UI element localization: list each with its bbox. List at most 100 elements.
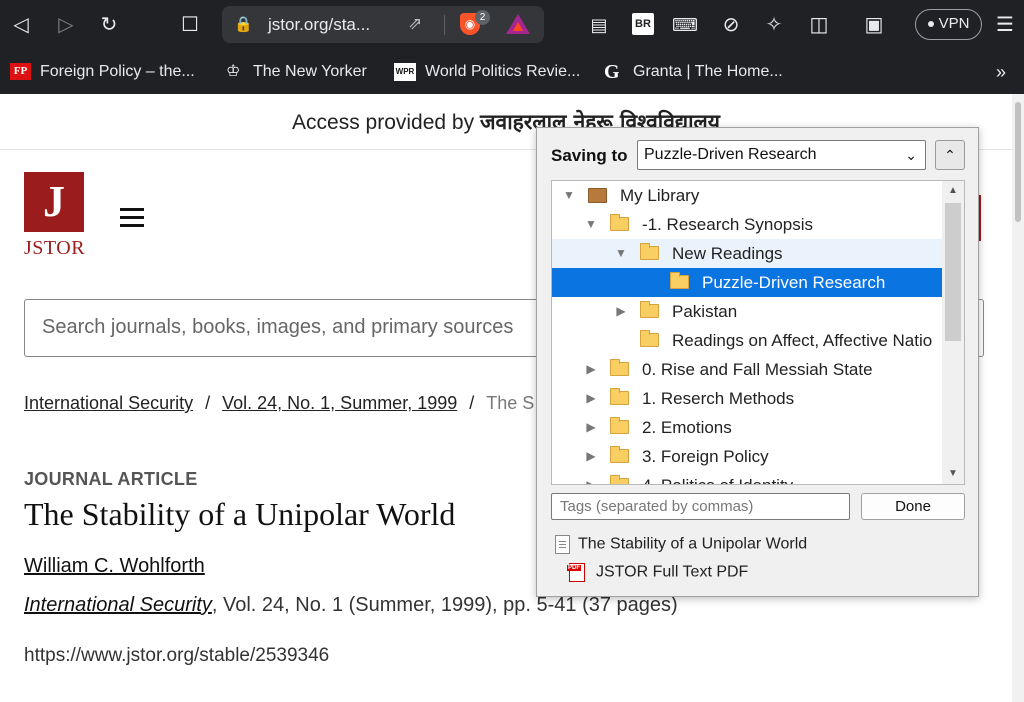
tree-item-rise-and-fall[interactable]: ▶ 0. Rise and Fall Messiah State <box>552 355 942 384</box>
folder-icon <box>640 330 659 347</box>
article-journal-link[interactable]: International Security <box>24 594 212 616</box>
bookmark-world-politics-review[interactable]: WPR World Politics Revie... <box>394 60 580 84</box>
tree-item-foreign-policy[interactable]: ▶ 3. Foreign Policy <box>552 442 942 471</box>
article-title: The Stability of a Unipolar World <box>24 496 456 532</box>
expanded-triangle-icon[interactable]: ▼ <box>584 210 598 239</box>
collapsed-triangle-icon[interactable]: ▶ <box>614 297 628 326</box>
collapsed-triangle-icon[interactable]: ▶ <box>584 442 598 471</box>
expanded-triangle-icon[interactable]: ▼ <box>614 239 628 268</box>
tree-item-label: My Library <box>620 186 700 205</box>
tree-item-label: Pakistan <box>672 302 738 321</box>
bookmark-label: Foreign Policy – the... <box>40 63 195 80</box>
reader-mode-icon[interactable]: ▤ <box>586 12 612 38</box>
tree-item-emotions[interactable]: ▶ 2. Emotions <box>552 413 942 442</box>
saved-item-label: JSTOR Full Text PDF <box>596 563 749 581</box>
extensions-puzzle-icon[interactable]: ✧ <box>761 12 787 38</box>
jstor-logo-word: JSTOR <box>24 237 86 259</box>
address-bar[interactable]: 🔒 jstor.org/sta... ⇗ ◉ 2 <box>222 6 544 43</box>
tree-item-label: 2. Emotions <box>642 418 732 437</box>
wallet-icon[interactable]: ▣ <box>861 12 887 38</box>
folder-icon <box>610 475 629 484</box>
zotero-save-popup: Saving to Puzzle-Driven Research ⌄ ⌃ ▼ M… <box>536 127 979 597</box>
bookmark-foreign-policy[interactable]: FP Foreign Policy – the... <box>10 60 195 84</box>
page-scrollbar-thumb[interactable] <box>1015 102 1021 222</box>
url-divider <box>444 15 445 35</box>
tree-item-label: 0. Rise and Fall Messiah State <box>642 360 873 379</box>
vpn-button[interactable]: VPN <box>915 9 982 40</box>
breadcrumb-separator: / <box>469 393 475 413</box>
bookmarks-overflow-icon[interactable]: » <box>996 60 1006 84</box>
brave-rewards-icon[interactable] <box>506 14 530 34</box>
brave-shields-count: 2 <box>475 10 490 25</box>
url-text[interactable]: jstor.org/sta... <box>268 15 370 35</box>
chevron-down-icon: ⌄ <box>905 147 917 163</box>
scroll-up-arrow-icon[interactable]: ▲ <box>942 181 964 201</box>
browser-toolbar: ◁ ▷ ↻ ☐ 🔒 jstor.org/sta... ⇗ ◉ 2 ▤ BR ⌨ … <box>0 0 1024 50</box>
chevron-up-icon: ⌃ <box>944 147 956 163</box>
article-stable-url: https://www.jstor.org/stable/2539346 <box>24 645 330 666</box>
foreign-policy-icon: FP <box>10 63 31 81</box>
article-citation-details: , Vol. 24, No. 1 (Summer, 1999), pp. 5-4… <box>211 594 678 616</box>
page-scrollbar[interactable] <box>1012 94 1024 702</box>
tree-item-politics-of-identity[interactable]: ▶ 4. Politics of Identity <box>552 471 942 484</box>
tree-item-research-methods[interactable]: ▶ 1. Reserch Methods <box>552 384 942 413</box>
tree-item-puzzle-driven-research[interactable]: Puzzle-Driven Research <box>552 268 942 297</box>
tree-item-research-synopsis[interactable]: ▼ -1. Research Synopsis <box>552 210 942 239</box>
sidebar-icon[interactable]: ◫ <box>806 12 832 38</box>
lock-icon: 🔒 <box>234 16 253 33</box>
article-type: JOURNAL ARTICLE <box>24 469 198 489</box>
tree-item-new-readings[interactable]: ▼ New Readings <box>552 239 942 268</box>
granta-icon: G <box>604 60 620 83</box>
library-icon <box>588 188 607 203</box>
folder-icon <box>640 301 659 318</box>
collapsed-triangle-icon[interactable]: ▶ <box>584 413 598 442</box>
share-icon[interactable]: ⇗ <box>408 14 422 34</box>
vpn-status-dot <box>927 21 934 28</box>
back-icon[interactable]: ◁ <box>8 12 34 38</box>
expanded-triangle-icon[interactable]: ▼ <box>562 181 576 210</box>
bookmark-icon[interactable]: ☐ <box>177 12 203 38</box>
done-button[interactable]: Done <box>861 493 965 520</box>
bookmark-granta[interactable]: G Granta | The Home... <box>604 60 783 84</box>
collection-tree: ▼ My Library ▼ -1. Research Synopsis ▼ N… <box>551 180 965 485</box>
folder-icon <box>640 243 659 260</box>
jstor-logo[interactable]: J JSTOR <box>24 172 86 262</box>
tree-scrollbar-thumb[interactable] <box>945 203 961 341</box>
collapsed-triangle-icon[interactable]: ▶ <box>584 471 598 484</box>
tree-item-label: 3. Foreign Policy <box>642 447 769 466</box>
breadcrumb-journal-link[interactable]: International Security <box>24 393 193 413</box>
collapsed-triangle-icon[interactable]: ▶ <box>584 384 598 413</box>
breadcrumb-issue-link[interactable]: Vol. 24, No. 1, Summer, 1999 <box>222 393 457 413</box>
collapse-tree-button[interactable]: ⌃ <box>935 140 965 170</box>
jstor-logo-mark-icon: J <box>24 172 84 232</box>
search-placeholder: Search journals, books, images, and prim… <box>42 316 514 338</box>
access-prefix: Access provided by <box>292 111 475 134</box>
collection-select[interactable]: Puzzle-Driven Research ⌄ <box>637 140 926 170</box>
wpr-icon: WPR <box>394 62 416 81</box>
forward-icon[interactable]: ▷ <box>53 12 79 38</box>
bookmark-label: World Politics Revie... <box>425 63 581 80</box>
extension-br-icon[interactable]: BR <box>632 13 654 35</box>
bookmark-label: The New Yorker <box>253 63 367 80</box>
tree-item-label: 1. Reserch Methods <box>642 389 795 408</box>
tree-item-pakistan[interactable]: ▶ Pakistan <box>552 297 942 326</box>
scroll-down-arrow-icon[interactable]: ▼ <box>942 464 964 484</box>
tree-item-label: -1. Research Synopsis <box>642 215 814 234</box>
tree-item-readings-on-affect[interactable]: Readings on Affect, Affective Natio <box>552 326 942 355</box>
tree-scrollbar[interactable]: ▲ ▼ <box>942 181 964 484</box>
bookmark-new-yorker[interactable]: ♔ The New Yorker <box>226 60 367 84</box>
article-citation: International Security, Vol. 24, No. 1 (… <box>24 594 678 617</box>
tree-item-my-library[interactable]: ▼ My Library <box>552 181 942 210</box>
article-author-link[interactable]: William C. Wohlforth <box>24 555 205 578</box>
tree-item-label: Puzzle-Driven Research <box>702 273 886 292</box>
collapsed-triangle-icon[interactable]: ▶ <box>584 355 598 384</box>
menu-icon[interactable]: ☰ <box>992 12 1018 38</box>
tags-input[interactable]: Tags (separated by commas) <box>551 493 850 520</box>
blocker-extension-icon[interactable]: ⊘ <box>718 12 744 38</box>
hamburger-menu-icon[interactable] <box>120 208 144 228</box>
reload-icon[interactable]: ↻ <box>96 12 122 38</box>
saved-item-pdf: JSTOR Full Text PDF <box>567 563 749 582</box>
folder-icon <box>670 272 689 289</box>
vpn-label: VPN <box>938 15 970 32</box>
keyboard-extension-icon[interactable]: ⌨ <box>672 12 698 38</box>
